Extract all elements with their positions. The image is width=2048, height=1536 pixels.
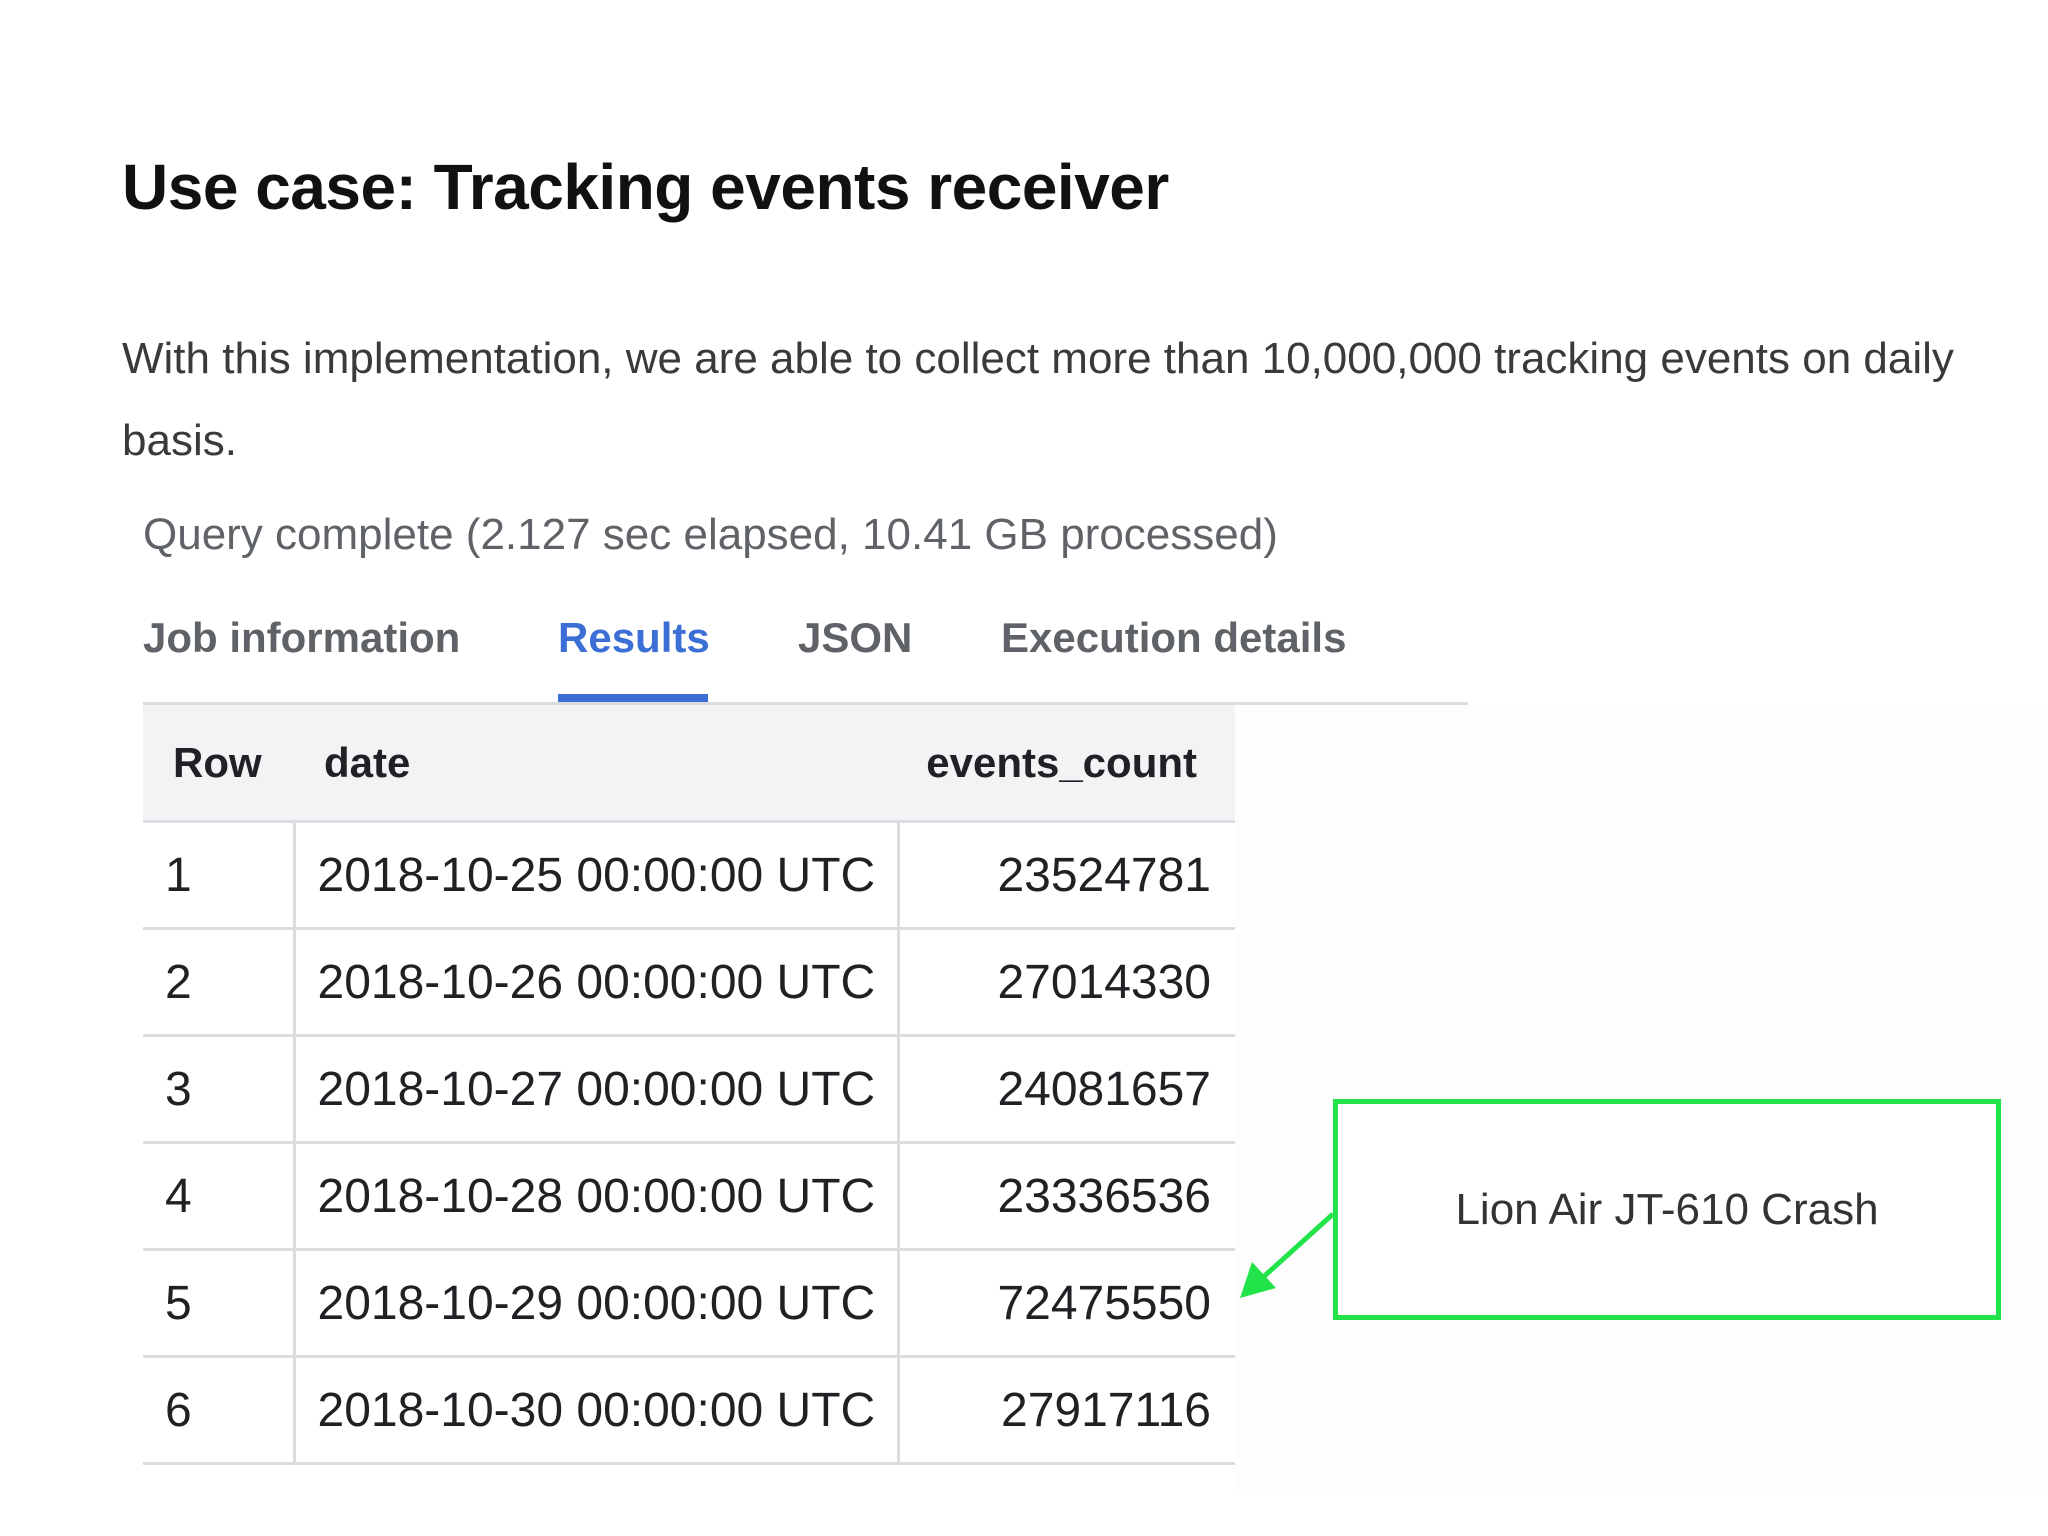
results-table: Row date events_count 1 2018-10-25 00:00… xyxy=(143,705,1235,1465)
table-row: 3 2018-10-27 00:00:00 UTC 24081657 xyxy=(143,1035,1235,1144)
page-title: Use case: Tracking events receiver xyxy=(122,151,1169,223)
table-row: 2 2018-10-26 00:00:00 UTC 27014330 xyxy=(143,928,1235,1037)
annotation-arrow-shaft xyxy=(1258,1212,1335,1282)
events-count-cell: 24081657 xyxy=(896,1035,1235,1144)
date-cell: 2018-10-29 00:00:00 UTC xyxy=(292,1249,898,1358)
table-row: 1 2018-10-25 00:00:00 UTC 23524781 xyxy=(143,821,1235,930)
annotation-label: Lion Air JT-610 Crash xyxy=(1455,1184,1879,1234)
row-number-cell: 3 xyxy=(143,1035,294,1144)
table-row: 4 2018-10-28 00:00:00 UTC 23336536 xyxy=(143,1142,1235,1251)
table-row: 6 2018-10-30 00:00:00 UTC 27917116 xyxy=(143,1356,1235,1465)
date-cell: 2018-10-26 00:00:00 UTC xyxy=(292,928,898,1037)
date-cell: 2018-10-27 00:00:00 UTC xyxy=(292,1035,898,1144)
date-cell: 2018-10-25 00:00:00 UTC xyxy=(292,821,898,930)
column-header-events-count: events_count xyxy=(898,705,1235,823)
query-results-screenshot: Query complete (2.127 sec elapsed, 10.41… xyxy=(143,500,2048,1536)
row-number-cell: 5 xyxy=(143,1249,294,1358)
tab-json[interactable]: JSON xyxy=(798,614,912,662)
row-number-cell: 2 xyxy=(143,928,294,1037)
results-tabs: Job information Results JSON Execution d… xyxy=(143,600,1468,705)
active-tab-indicator xyxy=(558,694,708,702)
table-header-row: Row date events_count xyxy=(143,705,1235,823)
events-count-cell: 72475550 xyxy=(896,1249,1235,1358)
events-count-cell: 27917116 xyxy=(896,1356,1235,1465)
tab-job-information[interactable]: Job information xyxy=(143,614,460,662)
tab-results[interactable]: Results xyxy=(558,614,710,662)
query-status: Query complete (2.127 sec elapsed, 10.41… xyxy=(143,510,1278,559)
events-count-cell: 23336536 xyxy=(896,1142,1235,1251)
events-count-cell: 27014330 xyxy=(896,928,1235,1037)
column-header-date: date xyxy=(294,705,898,823)
date-cell: 2018-10-30 00:00:00 UTC xyxy=(292,1356,898,1465)
row-number-cell: 4 xyxy=(143,1142,294,1251)
row-number-cell: 1 xyxy=(143,821,294,930)
row-number-cell: 6 xyxy=(143,1356,294,1465)
annotation-arrow-icon xyxy=(1240,1212,1335,1298)
table-row: 5 2018-10-29 00:00:00 UTC 72475550 xyxy=(143,1249,1235,1358)
intro-paragraph: With this implementation, we are able to… xyxy=(122,334,1954,465)
tab-execution-details[interactable]: Execution details xyxy=(1001,614,1346,662)
events-count-cell: 23524781 xyxy=(896,821,1235,930)
annotation-callout: Lion Air JT-610 Crash xyxy=(1333,1099,2001,1320)
column-header-row: Row xyxy=(143,705,294,823)
date-cell: 2018-10-28 00:00:00 UTC xyxy=(292,1142,898,1251)
